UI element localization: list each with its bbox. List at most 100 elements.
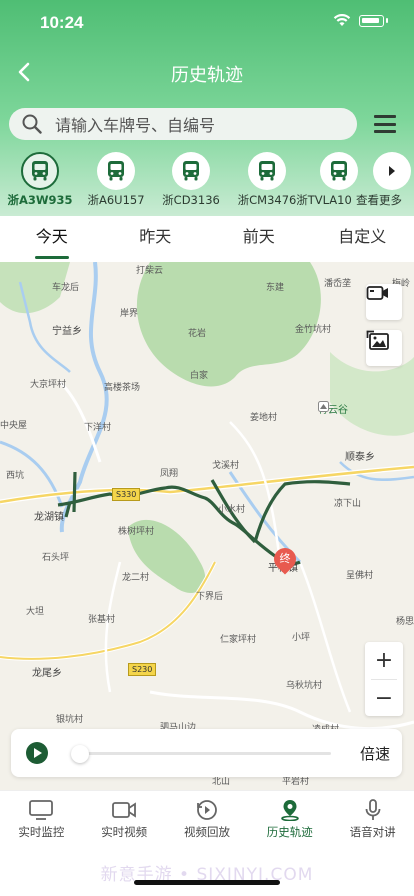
map-place-label: 龙尾乡: [32, 668, 62, 679]
tab-today[interactable]: 今天: [0, 216, 104, 262]
map-place-label: 西坑: [6, 471, 25, 481]
nav-label: 语音对讲: [349, 825, 396, 839]
video-camera-icon: [112, 802, 137, 818]
microphone-icon: [365, 799, 380, 820]
play-button[interactable]: [26, 742, 48, 764]
map-place-label: 凤翔: [160, 469, 179, 479]
page-title: 历史轨迹: [171, 65, 243, 86]
poi-label: 青云谷: [318, 401, 348, 416]
map-place-label: 小水村: [218, 505, 246, 515]
wifi-icon: [333, 14, 351, 26]
bus-icon: [32, 161, 48, 181]
map-place-label: 大坦: [26, 607, 45, 617]
map-place-label: 张基村: [88, 615, 116, 625]
bus-icon: [108, 161, 124, 181]
playback-bar: 倍速: [11, 729, 402, 777]
nav-item-video-playback[interactable]: 视频回放: [166, 791, 249, 852]
map-place-label: 乌秋坑村: [286, 681, 323, 691]
map-place-label: 东建: [266, 283, 285, 293]
nav-label: 实时视频: [101, 825, 148, 839]
tab-yesterday[interactable]: 昨天: [104, 216, 208, 262]
more-vehicles-label[interactable]: 查看更多: [356, 192, 402, 208]
map-place-label: 高楼茶场: [104, 383, 141, 393]
replay-icon: [197, 800, 217, 820]
map-place-label: 姜地村: [250, 413, 278, 423]
nav-item-voice-intercom[interactable]: 语音对讲: [331, 791, 414, 852]
nav-label: 实时监控: [18, 825, 65, 839]
nav-item-realtime-monitor[interactable]: 实时监控: [0, 791, 83, 852]
bus-icon: [331, 161, 347, 181]
map-place-label: 金竹坑村: [295, 325, 332, 335]
road-badge: S230: [128, 663, 157, 676]
vehicle-item[interactable]: 浙CD3136: [151, 150, 231, 210]
map-view[interactable]: 打柴云 东建 潘岙垄 梅岭 车龙后 岸界 宁益乡 花岩 金竹坑村 白家 大京坪村…: [0, 262, 414, 790]
caret-right-icon: [389, 166, 395, 176]
map-place-label: 打柴云: [136, 266, 164, 276]
home-indicator[interactable]: [134, 880, 280, 885]
map-place-label: 龙二村: [122, 573, 150, 583]
speed-button[interactable]: 倍速: [360, 743, 390, 764]
map-place-label: 杨思田: [396, 617, 414, 627]
header: 10:24 历史轨迹 请输入车牌号、自编号 浙A3W935 浙A6U157 浙C…: [0, 0, 414, 216]
map-place-label: 白家: [190, 371, 209, 381]
battery-icon: [359, 14, 384, 27]
menu-icon: [374, 115, 396, 118]
search-placeholder: 请输入车牌号、自编号: [55, 116, 216, 135]
tab-day-before[interactable]: 前天: [207, 216, 311, 262]
map-place-label: 小坪: [292, 633, 311, 643]
video-camera-button[interactable]: [366, 284, 402, 320]
map-place-label: 中央屋: [0, 421, 28, 431]
image-icon: [366, 330, 389, 350]
bus-icon: [259, 161, 275, 181]
image-gallery-button[interactable]: [366, 330, 402, 366]
zoom-control: + −: [365, 642, 403, 716]
map-place-label: 宁益乡: [52, 326, 82, 337]
menu-button[interactable]: [372, 112, 398, 136]
video-camera-icon: [366, 286, 388, 300]
map-place-label: 岸界: [120, 309, 139, 319]
map-place-label: 下洋村: [84, 423, 112, 433]
map-place-label: 下界后: [196, 592, 224, 602]
map-place-label: 戈溪村: [212, 461, 240, 471]
map-place-label: 大京坪村: [30, 380, 67, 390]
status-icons: [333, 14, 388, 27]
route-end-marker[interactable]: 终: [269, 543, 301, 575]
zoom-out-button[interactable]: −: [365, 680, 403, 717]
date-tabs: 今天 昨天 前天 自定义: [0, 216, 414, 262]
nav-label: 历史轨迹: [266, 825, 313, 839]
nav-item-history-track[interactable]: 历史轨迹: [248, 791, 331, 852]
zoom-in-button[interactable]: +: [365, 642, 403, 679]
more-vehicles-button[interactable]: [373, 152, 411, 190]
map-place-label: 银坑村: [56, 715, 84, 725]
search-input[interactable]: 请输入车牌号、自编号: [9, 108, 357, 140]
map-place-label: 顺泰乡: [345, 452, 375, 463]
map-place-label: 石头坪: [42, 553, 70, 563]
vehicle-plate: 浙TVLA10: [296, 193, 352, 207]
vehicle-item[interactable]: 浙A3W935: [0, 150, 80, 210]
monitor-icon: [29, 800, 54, 820]
bottom-nav: 实时监控 实时视频 视频回放 历史轨迹 语音对讲: [0, 790, 414, 852]
road-badge: S330: [112, 488, 141, 501]
search-icon: [22, 114, 42, 134]
map-place-label: 车龙后: [52, 283, 80, 293]
nav-item-realtime-video[interactable]: 实时视频: [83, 791, 166, 852]
scenic-spot-icon: [318, 401, 329, 412]
map-place-label: 潘岙垄: [324, 279, 352, 289]
map-place-label: 凉下山: [334, 499, 362, 509]
vehicle-list: 浙A3W935 浙A6U157 浙CD3136 浙CM3476 浙TVLA10: [0, 150, 414, 212]
playback-slider[interactable]: [79, 752, 331, 755]
status-bar: 10:24: [0, 0, 414, 44]
bus-icon: [183, 161, 199, 181]
tab-custom[interactable]: 自定义: [311, 216, 414, 262]
map-place-label: 呈佛村: [346, 571, 374, 581]
nav-label: 视频回放: [183, 825, 230, 839]
map-place-label: 仁家坪村: [220, 635, 257, 645]
playback-slider-thumb[interactable]: [71, 745, 89, 763]
location-pin-icon: [280, 800, 299, 821]
map-place-label: 花岩: [188, 329, 207, 339]
map-place-label: 株树坪村: [118, 527, 155, 537]
vehicle-item[interactable]: 浙A6U157: [76, 150, 156, 210]
status-time: 10:24: [40, 13, 84, 32]
map-place-label: 龙湖镇: [34, 512, 64, 523]
map-background: [0, 262, 414, 730]
